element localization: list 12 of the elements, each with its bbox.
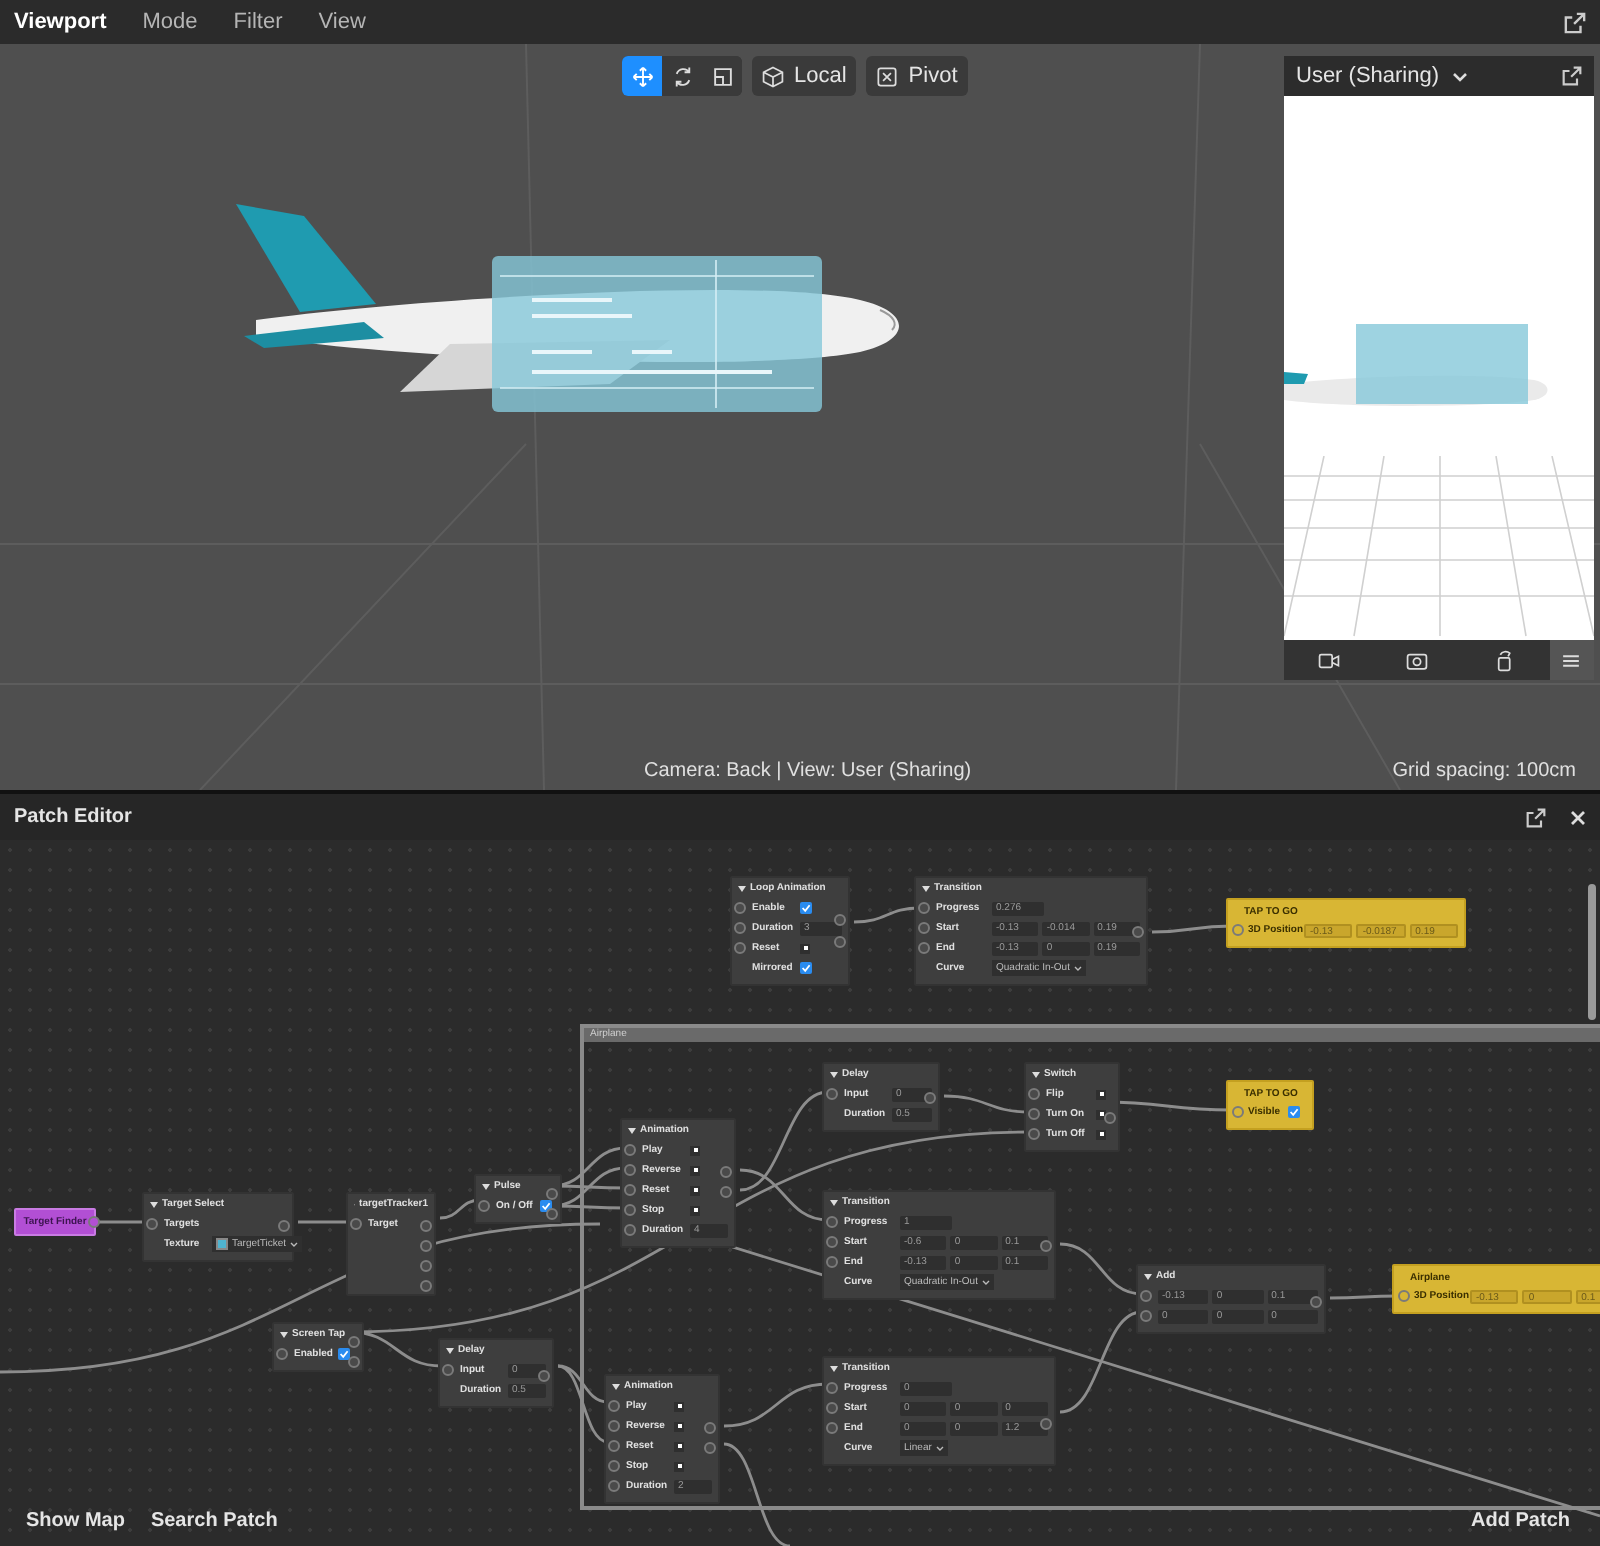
menu-item[interactable]: View <box>318 5 366 39</box>
camera-view-status: Camera: Back | View: User (Sharing) <box>644 758 972 786</box>
menu-item[interactable]: Viewport <box>14 5 107 39</box>
add-patch-button[interactable]: Add Patch <box>1471 1506 1570 1536</box>
footer-button[interactable]: Search Patch <box>150 1506 278 1536</box>
menu-item[interactable]: Filter <box>233 5 283 39</box>
panel-title: Patch Editor <box>14 804 134 832</box>
toolbar-button[interactable]: Pivot <box>866 56 968 96</box>
menu-item[interactable]: Mode <box>142 5 198 39</box>
footer-button[interactable]: Show Map <box>26 1506 125 1536</box>
toolbar-button[interactable]: Local <box>752 56 857 96</box>
grid-spacing-status: Grid spacing: 100cm <box>1392 758 1576 786</box>
